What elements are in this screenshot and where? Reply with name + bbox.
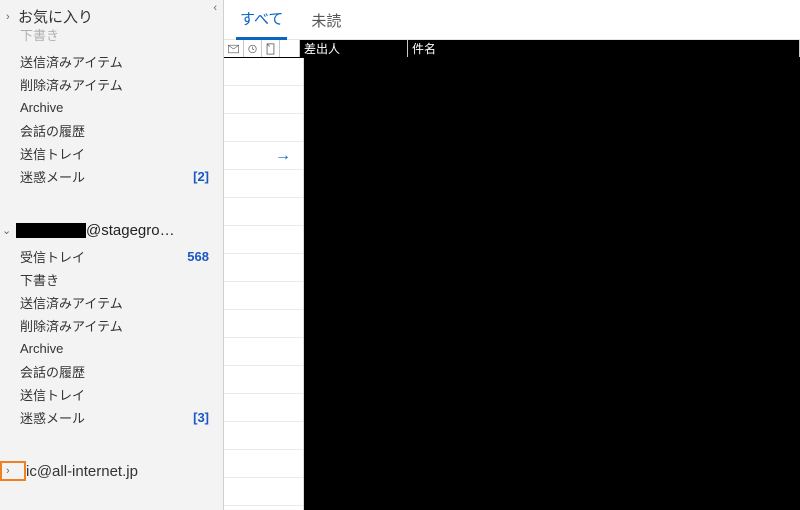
folder-label: 送信済みアイテム bbox=[20, 293, 123, 312]
folder-item[interactable]: 迷惑メール [2] bbox=[0, 165, 223, 188]
folder-item[interactable]: 下書き bbox=[0, 27, 223, 50]
col-attachment-icon[interactable] bbox=[262, 40, 280, 57]
tab-all[interactable]: すべて bbox=[236, 2, 287, 40]
chevron-right-icon: › bbox=[4, 465, 18, 477]
message-row[interactable]: → bbox=[224, 142, 303, 170]
message-row[interactable] bbox=[224, 394, 303, 422]
message-row[interactable] bbox=[224, 254, 303, 282]
folder-item[interactable]: 送信トレイ bbox=[0, 383, 223, 406]
folder-sidebar: ‹ › お気に入り 下書き 送信済みアイテム 削除済みアイテム Archive … bbox=[0, 0, 224, 510]
folder-label: 送信済みアイテム bbox=[20, 52, 123, 71]
message-row[interactable] bbox=[224, 58, 303, 86]
message-row[interactable] bbox=[224, 310, 303, 338]
col-flag-icon[interactable] bbox=[280, 40, 300, 57]
message-row[interactable] bbox=[224, 282, 303, 310]
body-split: → bbox=[224, 58, 800, 510]
folder-label: 削除済みアイテム bbox=[20, 75, 123, 94]
account1-folder-list: 受信トレイ 568 下書き 送信済みアイテム 削除済みアイテム Archive … bbox=[0, 245, 223, 429]
chevron-right-icon: › bbox=[6, 11, 18, 23]
message-row[interactable] bbox=[224, 114, 303, 142]
folder-item[interactable]: Archive bbox=[0, 337, 223, 360]
column-headers: 差出人 件名 bbox=[224, 40, 800, 58]
account-header-stagegro[interactable]: ⌄ @stagegro… bbox=[0, 216, 223, 245]
folder-item[interactable]: 会話の履歴 bbox=[0, 119, 223, 142]
collapse-sidebar-icon[interactable]: ‹ bbox=[213, 2, 217, 14]
highlight-box: › bbox=[0, 461, 26, 481]
folder-item[interactable]: 送信済みアイテム bbox=[0, 291, 223, 314]
col-subject[interactable]: 件名 bbox=[408, 40, 800, 57]
forward-arrow-icon: → bbox=[275, 147, 291, 165]
message-row[interactable] bbox=[224, 450, 303, 478]
message-row[interactable] bbox=[224, 422, 303, 450]
folder-label: 下書き bbox=[20, 25, 59, 44]
message-row[interactable] bbox=[224, 226, 303, 254]
folder-label: 迷惑メール bbox=[20, 408, 85, 427]
col-subject-label: 件名 bbox=[412, 40, 436, 57]
folder-count: 568 bbox=[187, 249, 209, 264]
folder-item[interactable]: 送信トレイ bbox=[0, 142, 223, 165]
main-area: すべて 未読 差出人 件名 → bbox=[224, 0, 800, 510]
redacted-text bbox=[16, 223, 86, 238]
folder-label: Archive bbox=[20, 341, 63, 356]
folder-label: 会話の履歴 bbox=[20, 362, 85, 381]
folder-label: 下書き bbox=[20, 270, 59, 289]
col-sender[interactable]: 差出人 bbox=[300, 40, 408, 57]
folder-label: 送信トレイ bbox=[20, 144, 85, 163]
col-envelope-icon[interactable] bbox=[224, 40, 244, 57]
folder-label: Archive bbox=[20, 100, 63, 115]
favorites-folder-list: 下書き 送信済みアイテム 削除済みアイテム Archive 会話の履歴 送信トレ… bbox=[0, 27, 223, 188]
folder-item[interactable]: 削除済みアイテム bbox=[0, 73, 223, 96]
folder-item[interactable]: 迷惑メール [3] bbox=[0, 406, 223, 429]
message-row[interactable] bbox=[224, 170, 303, 198]
folder-item[interactable]: 会話の履歴 bbox=[0, 360, 223, 383]
message-row[interactable] bbox=[224, 198, 303, 226]
folder-item[interactable]: Archive bbox=[0, 96, 223, 119]
col-sender-label: 差出人 bbox=[304, 40, 340, 57]
message-list[interactable]: → bbox=[224, 58, 304, 510]
message-row[interactable] bbox=[224, 86, 303, 114]
reading-pane bbox=[304, 58, 800, 510]
folder-item[interactable]: 下書き bbox=[0, 268, 223, 291]
col-reminder-icon[interactable] bbox=[244, 40, 262, 57]
message-row[interactable] bbox=[224, 338, 303, 366]
folder-label: 会話の履歴 bbox=[20, 121, 85, 140]
message-row[interactable] bbox=[224, 478, 303, 506]
account-header-allinternet[interactable]: › ic@all-internet.jp bbox=[0, 457, 223, 485]
folder-item[interactable]: 送信済みアイテム bbox=[0, 50, 223, 73]
folder-count: [2] bbox=[193, 169, 209, 184]
filter-tabs: すべて 未読 bbox=[224, 0, 800, 40]
folder-label: 迷惑メール bbox=[20, 167, 85, 186]
folder-label: 受信トレイ bbox=[20, 247, 85, 266]
folder-inbox[interactable]: 受信トレイ 568 bbox=[0, 245, 223, 268]
folder-item[interactable]: 削除済みアイテム bbox=[0, 314, 223, 337]
account-label: ic@all-internet.jp bbox=[26, 463, 138, 480]
folder-count: [3] bbox=[193, 410, 209, 425]
tab-unread[interactable]: 未読 bbox=[307, 4, 345, 39]
favorites-label: お気に入り bbox=[18, 6, 93, 27]
message-row[interactable] bbox=[224, 366, 303, 394]
folder-label: 削除済みアイテム bbox=[20, 316, 123, 335]
chevron-down-icon: ⌄ bbox=[2, 224, 16, 237]
folder-label: 送信トレイ bbox=[20, 385, 85, 404]
account-suffix: @stagegro… bbox=[86, 222, 175, 239]
